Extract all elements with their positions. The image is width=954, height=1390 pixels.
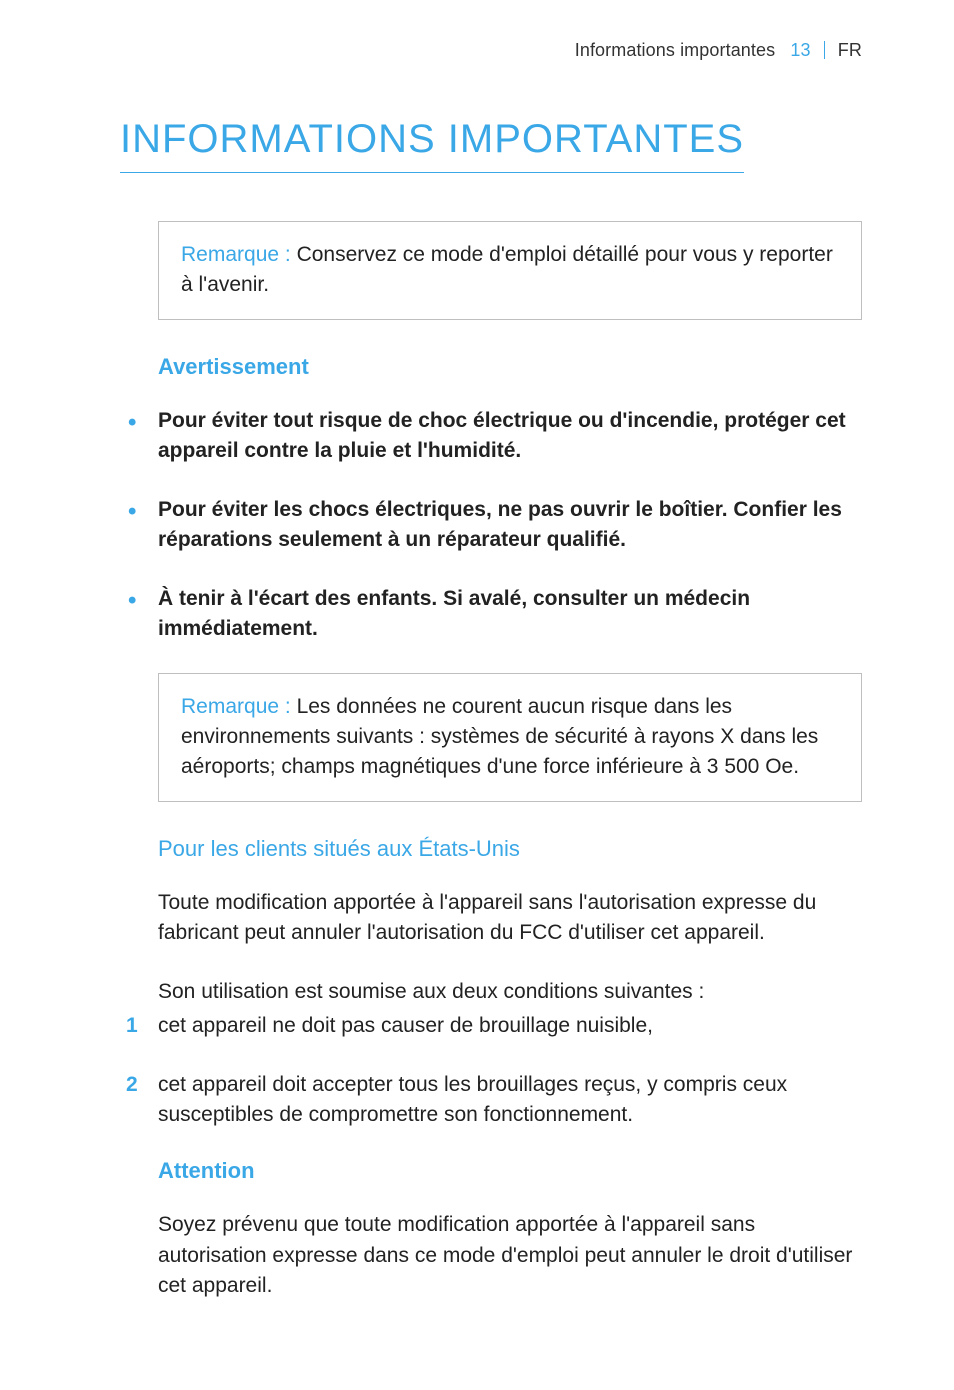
warning-item: Pour éviter les chocs électriques, ne pa… bbox=[120, 495, 862, 556]
document-page: Informations importantes 13 FR INFORMATI… bbox=[0, 0, 954, 1390]
warning-heading: Avertissement bbox=[158, 354, 862, 380]
warning-item: À tenir à l'écart des enfants. Si avalé,… bbox=[120, 584, 862, 645]
header-language: FR bbox=[838, 40, 862, 60]
header-page-number: 13 bbox=[790, 40, 810, 60]
warning-list: Pour éviter tout risque de choc électriq… bbox=[120, 406, 862, 645]
header-section-name: Informations importantes bbox=[575, 40, 776, 60]
header-divider bbox=[824, 41, 825, 59]
conditions-list: cet appareil ne doit pas causer de broui… bbox=[120, 1011, 862, 1130]
us-clients-heading: Pour les clients situés aux États-Unis bbox=[158, 836, 862, 862]
note-label: Remarque : bbox=[181, 695, 297, 718]
note-box-data-safety: Remarque : Les données ne courent aucun … bbox=[158, 673, 862, 802]
us-clients-paragraph: Toute modification apportée à l'appareil… bbox=[158, 888, 862, 949]
attention-heading: Attention bbox=[158, 1158, 862, 1184]
page-title: INFORMATIONS IMPORTANTES bbox=[120, 117, 744, 173]
running-header: Informations importantes 13 FR bbox=[120, 40, 862, 61]
attention-paragraph: Soyez prévenu que toute modification app… bbox=[158, 1210, 862, 1301]
note-label: Remarque : bbox=[181, 243, 297, 266]
conditions-intro: Son utilisation est soumise aux deux con… bbox=[158, 977, 862, 1007]
note-box-keep-manual: Remarque : Conservez ce mode d'emploi dé… bbox=[158, 221, 862, 320]
condition-item: cet appareil ne doit pas causer de broui… bbox=[120, 1011, 862, 1041]
condition-item: cet appareil doit accepter tous les brou… bbox=[120, 1070, 862, 1131]
warning-item: Pour éviter tout risque de choc électriq… bbox=[120, 406, 862, 467]
